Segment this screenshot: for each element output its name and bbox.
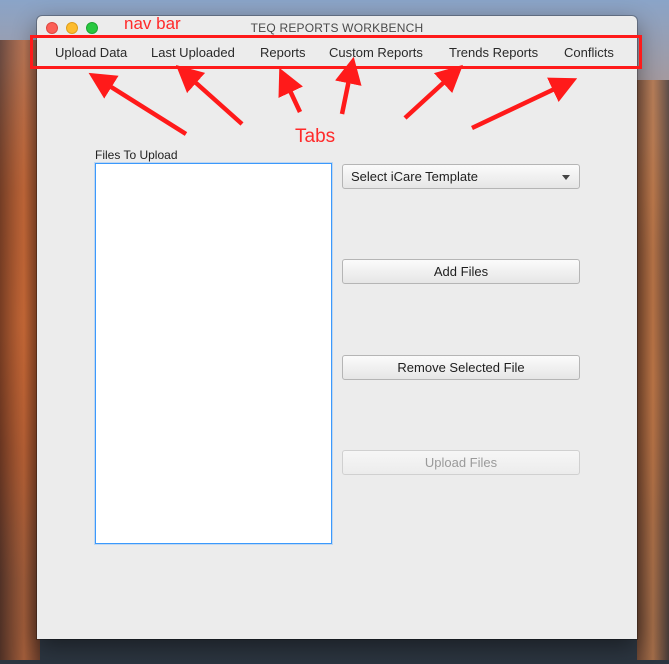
minimize-window-button[interactable] (66, 22, 78, 34)
tabs-annotation-label: Tabs (295, 126, 336, 147)
icare-template-select[interactable]: Select iCare Template (342, 164, 580, 189)
files-to-upload-label: Files To Upload (95, 148, 178, 162)
remove-selected-file-button[interactable]: Remove Selected File (342, 355, 580, 380)
window-title: TEQ REPORTS WORKBENCH (250, 21, 424, 35)
chevron-down-icon (562, 175, 570, 180)
close-window-button[interactable] (46, 22, 58, 34)
upload-files-button: Upload Files (342, 450, 580, 475)
desktop-wallpaper-right (637, 80, 669, 660)
app-window: TEQ REPORTS WORKBENCH Upload Data Last U… (37, 16, 637, 639)
nav-bar-highlight-box (30, 35, 642, 69)
add-files-button[interactable]: Add Files (342, 259, 580, 284)
nav-bar-annotation-label: nav bar (124, 14, 181, 33)
maximize-window-button[interactable] (86, 22, 98, 34)
icare-template-select-value: Select iCare Template (351, 169, 478, 184)
desktop-wallpaper-left (0, 40, 40, 660)
files-to-upload-list[interactable] (95, 163, 332, 544)
